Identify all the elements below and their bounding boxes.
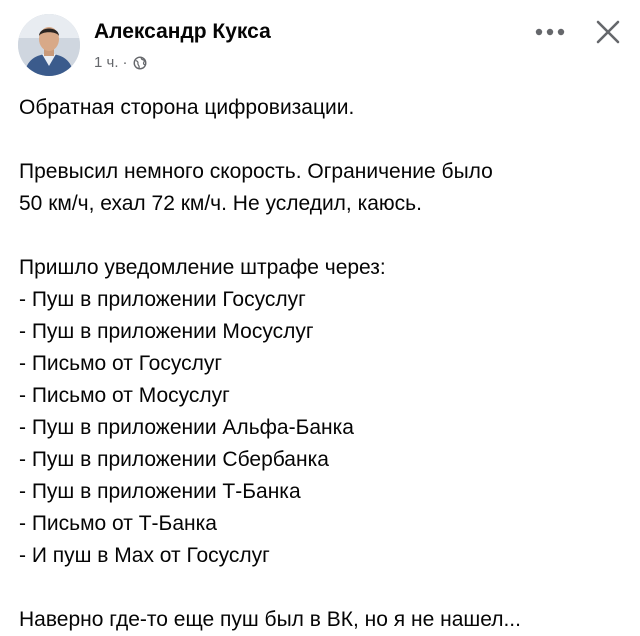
more-options-button[interactable] — [530, 20, 570, 44]
list-item: - Письмо от Т-Банка — [19, 512, 217, 535]
list-item: - Пуш в приложении Мосуслуг — [19, 320, 314, 343]
meta-separator: · — [122, 54, 128, 71]
close-button[interactable] — [590, 14, 626, 50]
list-item: - Пуш в приложении Т-Банка — [19, 480, 301, 503]
list-item: - Письмо от Мосуслуг — [19, 384, 230, 407]
post-meta: 1 ч. · — [94, 54, 147, 71]
globe-icon[interactable] — [133, 56, 147, 70]
list-item: - Письмо от Госуслуг — [19, 352, 223, 375]
list-item: - Пуш в приложении Альфа-Банка — [19, 416, 354, 439]
post-time[interactable]: 1 ч. — [94, 54, 119, 71]
more-options-icon — [535, 28, 565, 36]
avatar[interactable] — [18, 14, 80, 76]
text-line: Превысил немного скорость. Ограничение б… — [19, 160, 493, 183]
list-item: - И пуш в Max от Госуслуг — [19, 544, 270, 567]
text-line: Обратная сторона цифровизации. — [19, 96, 355, 119]
list-item: - Пуш в приложении Госуслуг — [19, 288, 306, 311]
post-text: Обратная сторона цифровизации. Превысил … — [19, 92, 629, 636]
text-line: Пришло уведомление штрафе через: — [19, 256, 386, 279]
profile-photo — [18, 14, 80, 76]
text-line: Наверно где-то еще пуш был в ВК, но я не… — [19, 608, 521, 631]
close-icon — [596, 20, 620, 44]
post-header: Александр Кукса 1 ч. · — [18, 12, 628, 82]
list-item: - Пуш в приложении Сбербанка — [19, 448, 329, 471]
text-line: 50 км/ч, ехал 72 км/ч. Не уследил, каюсь… — [19, 192, 422, 215]
author-name[interactable]: Александр Кукса — [94, 20, 271, 44]
